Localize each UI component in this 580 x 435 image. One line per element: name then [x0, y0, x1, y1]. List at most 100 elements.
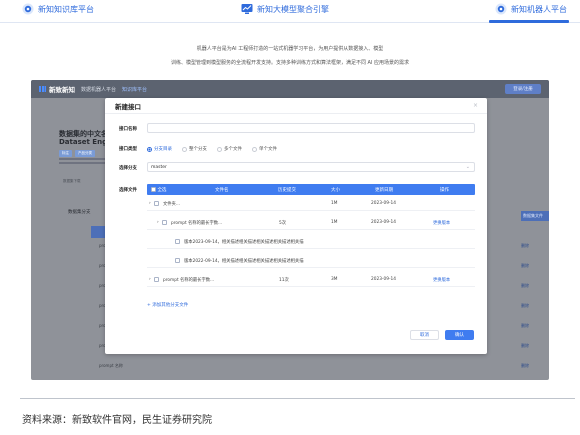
checkbox-icon [154, 201, 159, 206]
expand-chevron-icon[interactable]: › [157, 220, 159, 225]
header-commits: 历史提交 [278, 188, 296, 193]
select-all[interactable]: 全选 [151, 187, 166, 193]
source-note: 资料来源：新致软件官网，民生证券研究院 [22, 415, 212, 426]
radio-icon [252, 146, 257, 152]
badge-gear-icon [22, 3, 34, 15]
table-row: › prompt 名称的最长字数... 11次 3M 2023-09-14 更换… [147, 273, 475, 287]
row-checkbox[interactable] [154, 277, 159, 283]
close-icon[interactable]: × [473, 102, 478, 109]
header-size: 大小 [331, 188, 340, 193]
delete-link[interactable]: 删除 [521, 363, 549, 369]
file-name: prompt 名称的最长字数... [163, 278, 215, 283]
radio-single-file[interactable]: 单个文件 [252, 146, 277, 152]
tab-label: 新知知识库平台 [38, 4, 94, 14]
branch-value: master [151, 164, 167, 170]
tag: 产品分类 [75, 150, 95, 157]
file-date: 2023-09-14 [371, 220, 396, 225]
branch-select[interactable]: master ⌄ [147, 162, 475, 172]
dataset-title: 数据集的中文名 Dataset Engl [59, 130, 109, 146]
file-commits: 5次 [279, 221, 287, 226]
type-radio-group: 分支目录 整个分支 多个文件 单个文件 [147, 146, 277, 152]
checkbox-icon [175, 239, 180, 244]
tag: 标注 [59, 150, 72, 157]
radio-multiple-files[interactable]: 多个文件 [217, 146, 242, 152]
header-select-all: 全选 [157, 188, 167, 193]
divider [20, 398, 575, 399]
expand-chevron-icon[interactable]: › [149, 201, 151, 206]
table-header: 全选 文件名 历史提交 大小 更新日期 操作 [147, 184, 475, 195]
table-row: › 文件夹... 1M 2023-09-14 [147, 197, 475, 211]
tab-knowledge-platform[interactable]: 新知知识库平台 [22, 3, 94, 15]
radio-label: 分支目录 [154, 147, 172, 152]
file-size: 1M [331, 220, 338, 225]
dataset-download[interactable]: 数据集下载 [63, 179, 81, 184]
delete-link[interactable]: 删除 [521, 323, 549, 329]
file-table: 全选 文件名 历史提交 大小 更新日期 操作 › 文件夹... 1M 2023-… [147, 184, 475, 287]
file-name: prompt 名称的最长字数... [171, 221, 223, 226]
file-name: 文件夹... [163, 202, 180, 207]
checkbox-icon [154, 277, 159, 282]
modal-divider [105, 113, 487, 114]
login-button[interactable]: 登录/注册 [505, 84, 541, 94]
header-date: 更新日期 [375, 188, 393, 193]
new-interface-modal: 新建接口 × 接口名称 接口类型 分支目录 整个分支 多个文件 单个文件 选择分… [105, 98, 487, 354]
row-checkbox[interactable] [154, 201, 159, 207]
radio-label: 单个文件 [259, 147, 277, 152]
type-label: 接口类型 [119, 147, 137, 152]
table-row: 版本2023-09-14，相关描述相关描述相关描述相关描述相关描 [147, 235, 475, 249]
dataset-title-cn: 数据集的中文名 [59, 130, 108, 138]
tab-robot-platform[interactable]: 新知机器人平台 [495, 3, 567, 15]
cancel-button[interactable]: 取消 [410, 330, 439, 340]
radio-label: 多个文件 [224, 147, 242, 152]
file-size: 1M [331, 201, 338, 206]
description-line-2: 训练、模型管理到模型服务的全流程开发支持。支持多种训练方式和算法框架，满足不同 … [170, 60, 410, 66]
file-date: 2023-09-14 [371, 201, 396, 206]
tab-label: 新知机器人平台 [511, 4, 567, 14]
row-checkbox[interactable] [175, 239, 180, 245]
table-row: 版本2022-09-14，相关描述相关描述相关描述相关描述相关描 [147, 254, 475, 268]
tab-model-engine[interactable]: 新知大模型聚合引擎 [241, 3, 329, 15]
active-tab-indicator [489, 20, 569, 23]
delete-link[interactable]: 删除 [521, 343, 549, 349]
file-commits: 11次 [279, 278, 289, 283]
row-checkbox[interactable] [162, 220, 167, 226]
delete-link[interactable]: 删除 [521, 243, 549, 249]
file-size: 3M [331, 277, 338, 282]
header-action: 操作 [440, 188, 449, 193]
delete-link[interactable]: 删除 [521, 283, 549, 289]
change-version-link[interactable]: 更换版本 [433, 277, 450, 283]
table-row: › prompt 名称的最长字数... 5次 1M 2023-09-14 更换版… [147, 216, 475, 230]
checkbox-icon [162, 220, 167, 225]
version-desc: 版本2023-09-14，相关描述相关描述相关描述相关描述相关描 [184, 240, 304, 245]
list-item[interactable]: prompt 名称 [99, 363, 123, 369]
file-label: 选择文件 [119, 188, 137, 193]
description-line-1: 机器人平台是为AI 工程师打造的一站式机器学习平台，为用户提供从数据接入、模型 [196, 46, 384, 52]
nav-item-knowledge[interactable]: 知识库平台 [122, 86, 147, 93]
radio-branch-dir[interactable]: 分支目录 [147, 146, 172, 152]
version-desc: 版本2022-09-14，相关描述相关描述相关描述相关描述相关描 [184, 259, 304, 264]
checkbox-icon [175, 258, 180, 263]
expand-chevron-icon[interactable]: › [149, 277, 151, 282]
app-logo[interactable]: 新致新知 [39, 84, 75, 94]
name-label: 接口名称 [119, 127, 137, 132]
dataset-title-en: Dataset Engl [59, 138, 110, 146]
nav-item-robot[interactable]: 数据机器人平台 [81, 86, 116, 93]
chevron-down-icon: ⌄ [465, 164, 470, 170]
badge-gear-icon [495, 3, 507, 15]
file-date: 2023-09-14 [371, 277, 396, 282]
add-branch-file-link[interactable]: + 添加其他分支文件 [147, 302, 188, 308]
branch-label: 选择分支 [119, 166, 137, 171]
delete-link[interactable]: 删除 [521, 263, 549, 269]
row-checkbox[interactable] [175, 258, 180, 264]
change-version-link[interactable]: 更换版本 [433, 220, 450, 226]
modal-title: 新建接口 [115, 103, 141, 111]
confirm-button[interactable]: 确认 [445, 330, 474, 340]
app-topbar: 新致新知 数据机器人平台 知识库平台 登录/注册 [31, 80, 549, 98]
section-heading: 数据集分支 [68, 210, 91, 215]
right-column-header: 数据集文件 [521, 211, 549, 221]
radio-icon [182, 146, 187, 152]
radio-label: 整个分支 [189, 147, 207, 152]
radio-whole-branch[interactable]: 整个分支 [182, 146, 207, 152]
interface-name-input[interactable] [147, 123, 475, 133]
delete-link[interactable]: 删除 [521, 303, 549, 309]
